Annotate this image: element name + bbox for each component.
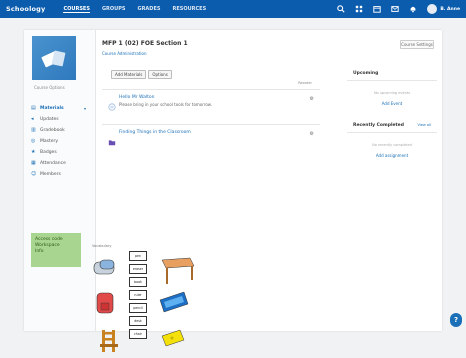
app-logo[interactable]: Schoology — [6, 5, 45, 13]
list-item[interactable]: Finding Things in the Classroom ⚙ — [102, 124, 320, 146]
page-title: MFP 1 (02) FOE Section 1 — [102, 40, 188, 47]
chair-icon — [100, 330, 118, 352]
access-code-line: Info — [35, 249, 44, 254]
chevron-down-icon: ▾ — [83, 106, 86, 111]
upcoming-title: Upcoming — [353, 71, 379, 76]
add-event-link[interactable]: Add Event — [347, 101, 437, 106]
access-code-box[interactable]: Access code Workspace Info — [31, 233, 81, 267]
nav-courses[interactable]: COURSES — [63, 6, 90, 13]
sidebar-item-mastery[interactable]: ◎ Mastery — [28, 136, 90, 147]
word-box: pencil — [129, 303, 147, 313]
gear-icon[interactable]: ⚙ — [310, 131, 314, 137]
apps-icon[interactable] — [354, 5, 363, 14]
backpack-icon — [96, 292, 114, 314]
view-all-link[interactable]: View all — [417, 123, 431, 128]
right-panel: Upcoming No upcoming events Add Event Re… — [347, 68, 437, 158]
word-box: desk — [129, 316, 147, 326]
top-icons: B. Anne — [327, 0, 460, 18]
worksheet-image: Vocabulary pen eraser book ruler pencil … — [82, 240, 202, 358]
course-image — [32, 36, 76, 80]
word-boxes: pen eraser book ruler pencil desk chair — [129, 251, 151, 342]
calendar-icon[interactable] — [372, 5, 381, 14]
help-button[interactable]: ? — [450, 313, 462, 327]
course-options-link[interactable]: Course Options — [34, 85, 65, 90]
pencil-case-icon — [93, 259, 115, 275]
upcoming-header: Upcoming — [347, 68, 437, 81]
book-icon — [159, 291, 189, 313]
recent-empty-text: No recently completed — [372, 143, 412, 147]
sidebar-item-materials[interactable]: ▤ Materials ▾ — [28, 103, 90, 114]
book-icon: ▥ — [31, 127, 36, 133]
people-icon: ☺ — [31, 171, 37, 177]
nav-grades[interactable]: GRADES — [137, 6, 160, 13]
nav-groups[interactable]: GROUPS — [102, 6, 126, 13]
post-title[interactable]: Hello Mr Walton — [119, 95, 155, 100]
word-box: pen — [129, 251, 147, 261]
sidebar-item-label: Mastery — [40, 139, 59, 144]
materials-list: Add Materials Options Reorder Hello Mr W… — [102, 68, 320, 146]
gear-icon[interactable]: ⚙ — [310, 96, 314, 102]
recent-header: Recently Completed View all — [347, 120, 437, 133]
word-box: book — [129, 277, 147, 287]
eraser-icon — [161, 329, 185, 347]
sidebar-item-badges[interactable]: ★ Badges — [28, 147, 90, 158]
sidebar-item-gradebook[interactable]: ▥ Gradebook — [28, 125, 90, 136]
user-avatar[interactable] — [427, 4, 438, 14]
top-navigation-bar: Schoology COURSES GROUPS GRADES RESOURCE… — [0, 0, 466, 18]
course-picture-icon — [41, 50, 66, 68]
nav-resources[interactable]: RESOURCES — [172, 6, 206, 13]
sidebar-item-label: Attendance — [40, 161, 66, 166]
post-title[interactable]: Finding Things in the Classroom — [119, 130, 191, 135]
calendar-icon: ▦ — [31, 160, 36, 166]
course-subtitle-link[interactable]: Course Administration — [102, 51, 147, 56]
course-settings-button[interactable]: Course Settings — [400, 40, 434, 49]
sidebar-item-members[interactable]: ☺ Members — [28, 169, 90, 180]
megaphone-icon: ◂ — [31, 116, 34, 122]
add-assignment-link[interactable]: Add assignment — [347, 153, 437, 158]
reorder-link[interactable]: Reorder — [298, 81, 312, 85]
main-nav: COURSES GROUPS GRADES RESOURCES — [63, 6, 218, 13]
folder-icon — [108, 131, 116, 146]
upcoming-empty-text: No upcoming events — [373, 91, 411, 95]
sidebar-item-label: Gradebook — [40, 128, 65, 133]
sidebar-item-label: Updates — [40, 117, 59, 122]
options-button[interactable]: Options — [148, 70, 172, 79]
desk-icon — [161, 257, 195, 284]
post-body: Please bring in your school tools for to… — [119, 102, 212, 107]
sidebar-item-label: Badges — [40, 150, 57, 155]
target-icon: ◎ — [31, 138, 36, 144]
sidebar-item-label: Materials — [40, 106, 64, 111]
sidebar-item-attendance[interactable]: ▦ Attendance — [28, 158, 90, 169]
badge-icon: ★ — [31, 149, 36, 155]
list-item[interactable]: Hello Mr Walton Please bring in your sch… — [102, 89, 320, 124]
sidebar-menu: ▤ Materials ▾ ◂ Updates ▥ Gradebook ◎ Ma… — [28, 103, 90, 180]
course-page: Course Options ▤ Materials ▾ ◂ Updates ▥… — [24, 30, 442, 352]
add-materials-button[interactable]: Add Materials — [111, 70, 147, 79]
recent-title: Recently Completed — [353, 123, 404, 128]
word-box: eraser — [129, 264, 147, 274]
word-box: ruler — [129, 290, 147, 300]
recent-section: Recently Completed View all No recently … — [347, 120, 437, 158]
search-icon[interactable] — [336, 4, 345, 14]
note-icon — [108, 96, 116, 111]
folder-icon: ▤ — [31, 105, 36, 111]
sidebar-item-label: Members — [40, 172, 61, 177]
user-menu-label[interactable]: B. Anne — [440, 7, 460, 12]
messages-icon[interactable] — [390, 5, 399, 14]
notifications-icon[interactable] — [408, 5, 417, 14]
materials-toolbar: Add Materials Options — [111, 70, 320, 79]
sidebar-item-updates[interactable]: ◂ Updates — [28, 114, 90, 125]
